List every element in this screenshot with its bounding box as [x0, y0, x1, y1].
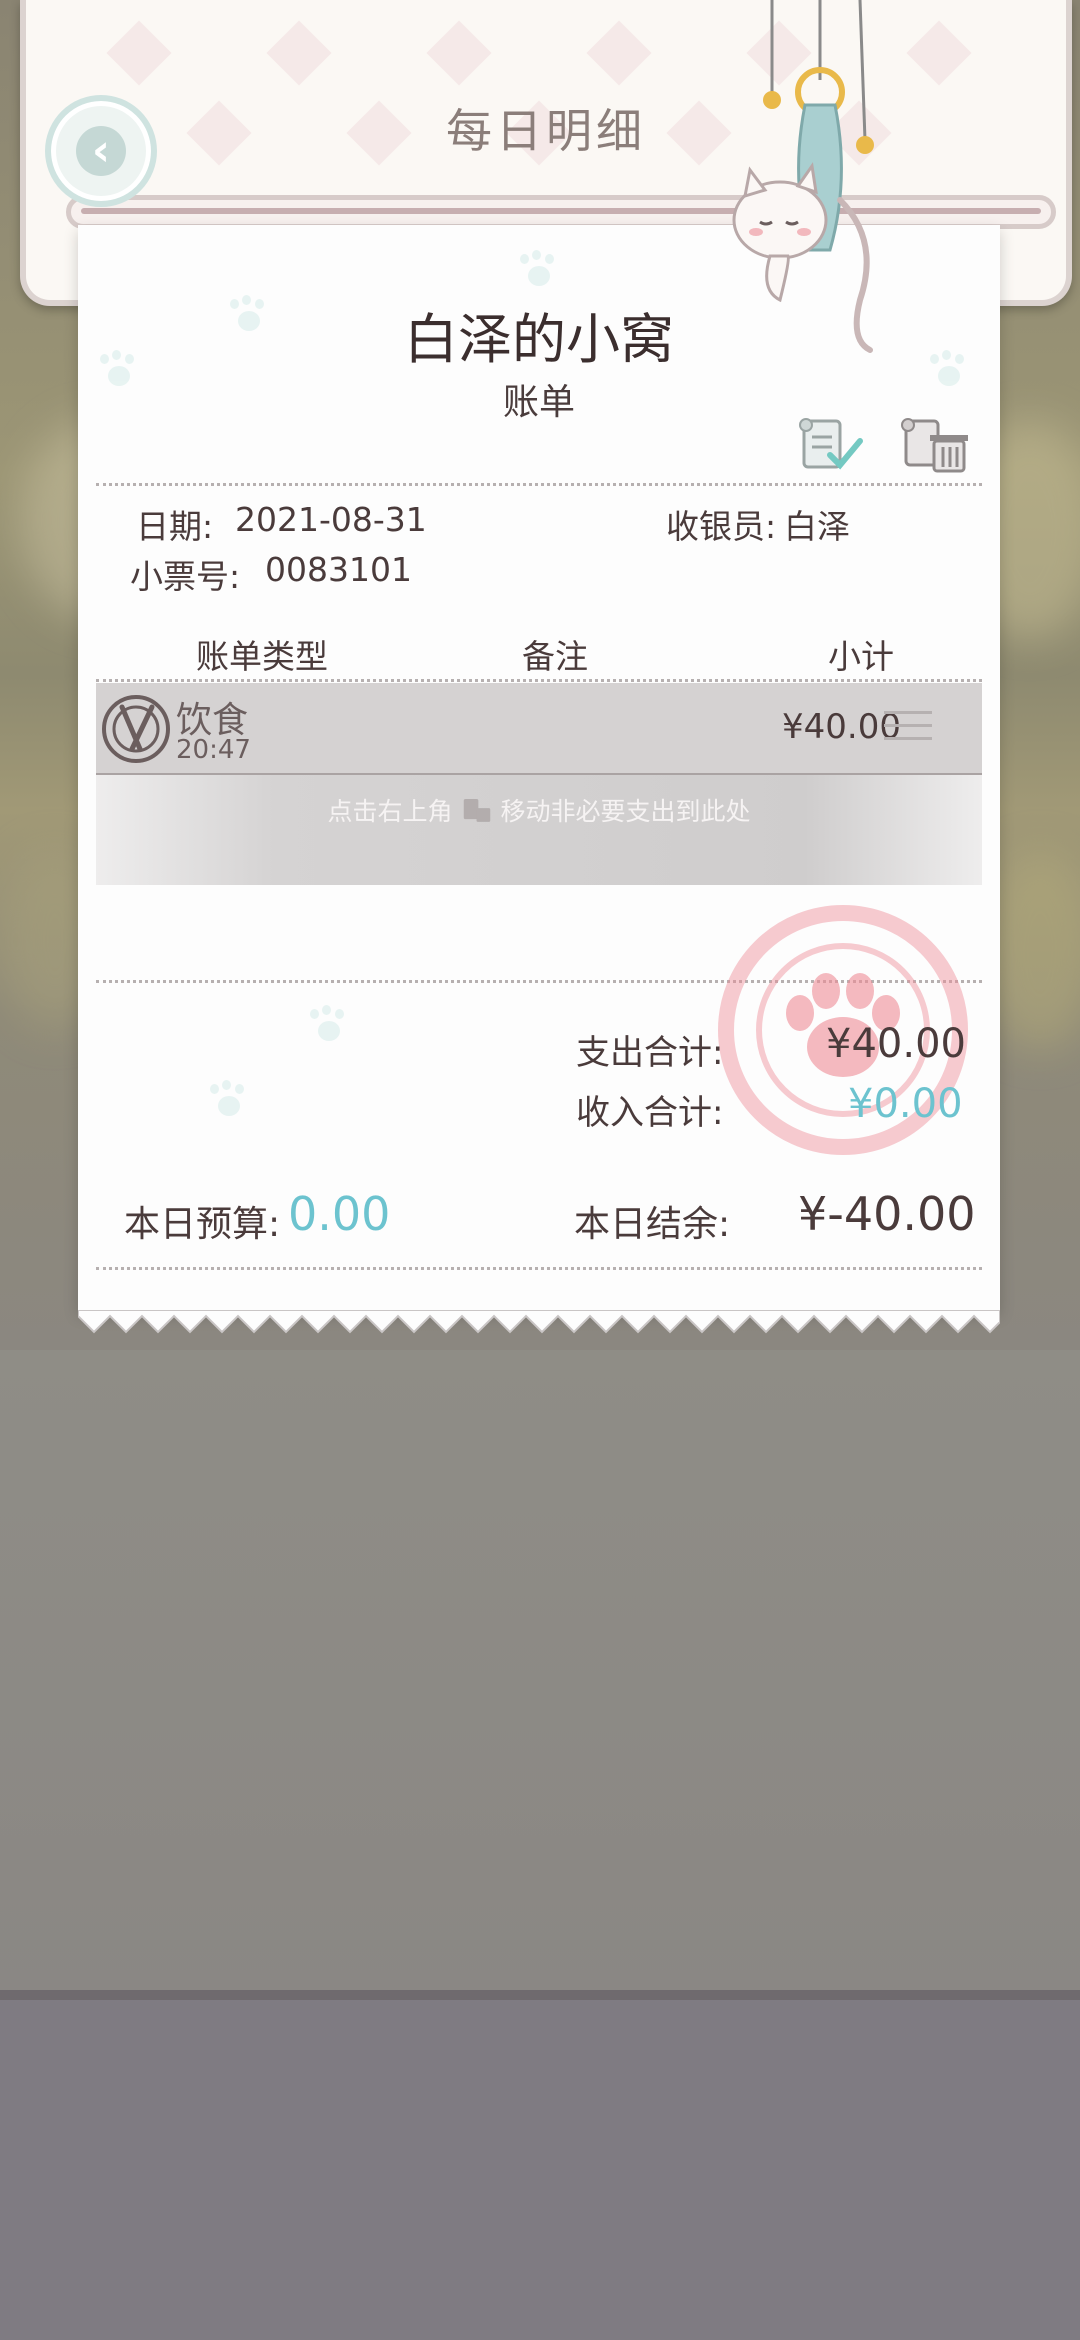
receipt-trash-button[interactable]	[900, 415, 970, 475]
date-label: 日期:	[136, 507, 214, 546]
cashier-label: 收银员:	[666, 507, 777, 546]
income-total-label: 收入合计:	[576, 1093, 724, 1133]
hanging-cat-decoration	[732, 0, 874, 353]
divider	[96, 679, 982, 682]
drag-handle-icon[interactable]	[884, 711, 932, 747]
column-header-note: 备注	[522, 637, 588, 676]
budget-value[interactable]: 0.00	[288, 1187, 390, 1241]
ticket-value: 0083101	[265, 550, 412, 589]
expense-total-value: ¥40.00	[826, 1021, 966, 1067]
column-header-subtotal: 小计	[828, 637, 894, 676]
receipt: 白泽的小窝 账单 日期: 2021-08-31 收银员: 白泽 小票号: 008…	[78, 225, 1000, 1310]
paw-icon	[518, 250, 558, 290]
receipt-trash-icon	[463, 799, 490, 822]
entry-time: 20:47	[176, 735, 251, 765]
column-header-type: 账单类型	[196, 637, 328, 676]
divider	[96, 483, 982, 486]
receipt-torn-edge	[78, 1310, 1000, 1334]
receipt-check-icon	[799, 418, 863, 470]
budget-label: 本日预算:	[124, 1204, 281, 1245]
expense-total-label: 支出合计:	[576, 1033, 724, 1073]
bill-entry-row[interactable]: 饮食 20:47 ¥40.00	[96, 683, 982, 775]
paw-icon	[308, 1005, 348, 1045]
hint-suffix: 移动非必要支出到此处	[500, 797, 751, 826]
cashier-value: 白泽	[784, 507, 850, 546]
balance-value: ¥-40.00	[798, 1187, 976, 1241]
ticket-label: 小票号:	[130, 557, 241, 596]
divider	[96, 1267, 982, 1270]
paw-icon	[208, 1080, 248, 1120]
receipt-trash-icon	[901, 418, 968, 473]
balance-label: 本日结余:	[574, 1204, 731, 1245]
chevron-left-icon: ‹	[76, 126, 126, 176]
back-button[interactable]: ‹	[45, 95, 157, 207]
hint-prefix: 点击右上角	[327, 797, 453, 826]
date-value: 2021-08-31	[235, 500, 427, 539]
receipt-check-button[interactable]	[796, 415, 866, 475]
move-hint-area: 点击右上角 移动非必要支出到此处	[96, 770, 982, 885]
income-total-value: ¥0.00	[848, 1081, 963, 1127]
dining-icon	[102, 695, 170, 763]
